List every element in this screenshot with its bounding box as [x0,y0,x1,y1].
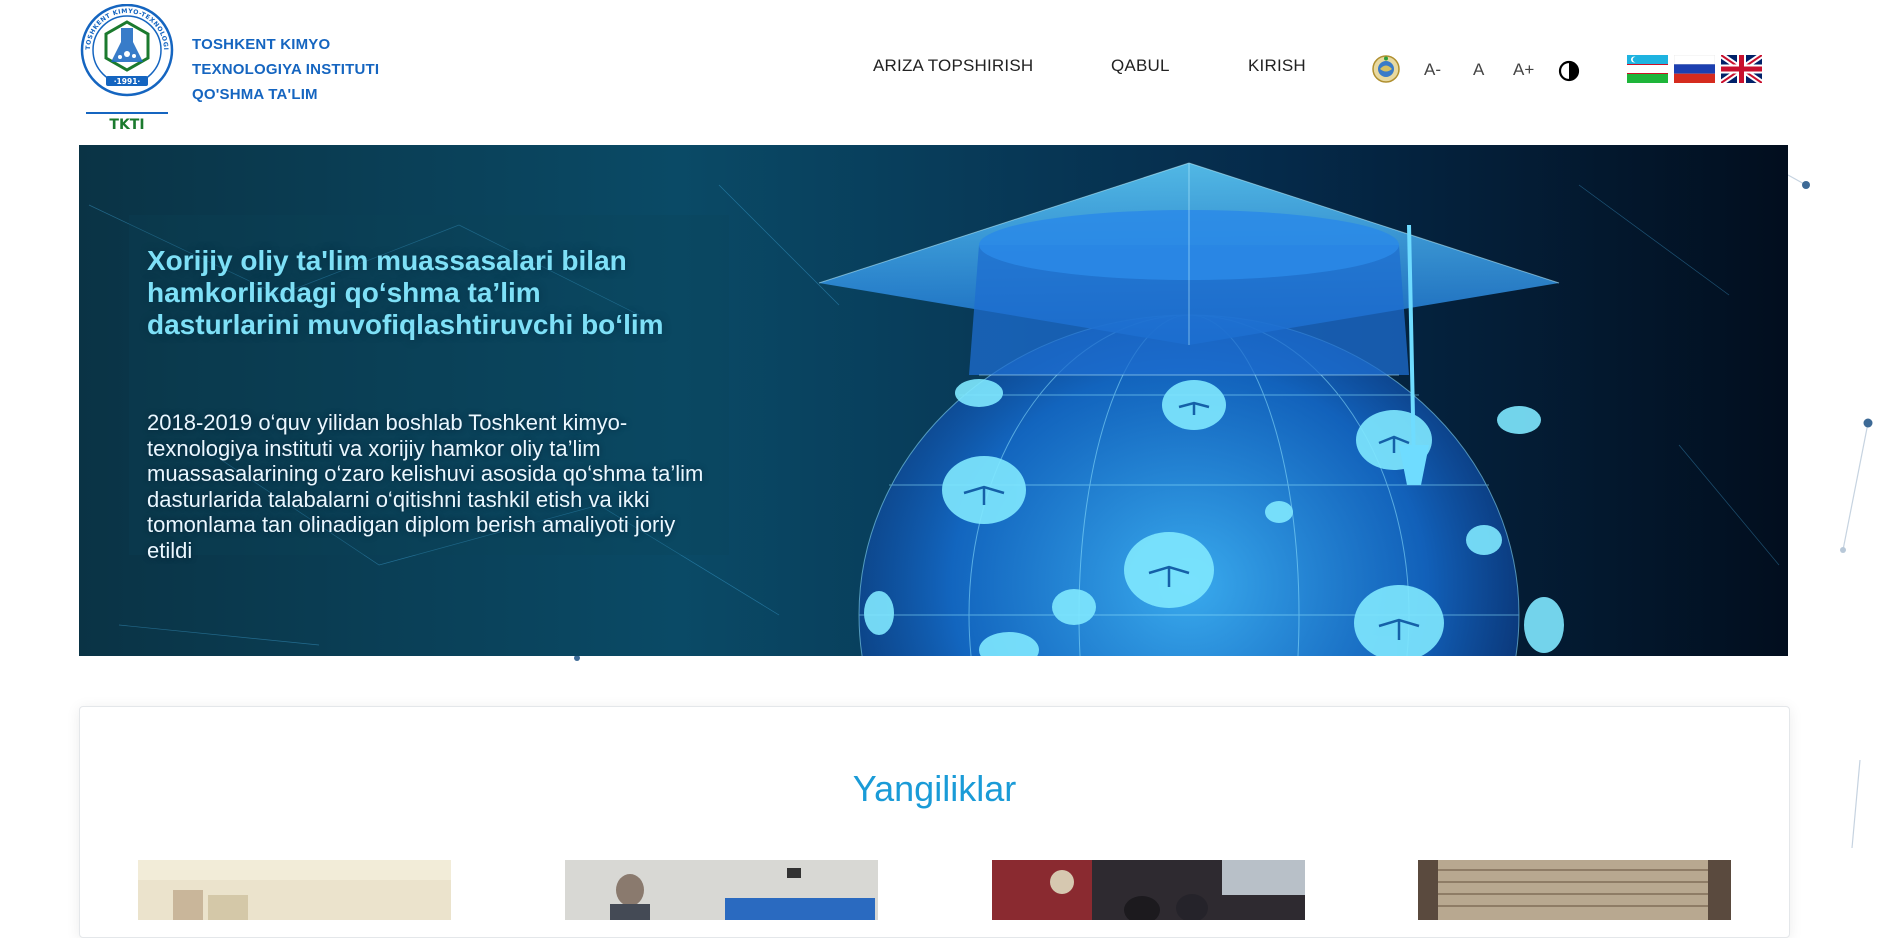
flag-uzbekistan-icon[interactable] [1627,55,1668,83]
news-card-1-image[interactable] [138,860,451,920]
logo-abbr: TKTI [109,117,144,132]
news-card-3-image[interactable] [992,860,1305,920]
banner-title: Xorijiy oliy ta'lim muassasalari bilan h… [147,245,664,340]
news-card-2-image[interactable] [565,860,878,920]
flag-uk-icon[interactable] [1721,55,1762,83]
news-section-title: Yangiliklar [852,768,1017,809]
site-header: TOSHKENT KIMYO-TEXNOLOGIYA INSTITUTI ·19… [0,0,1880,140]
nav-apply-link[interactable]: ARIZA TOPSHIRISH [873,56,1033,76]
font-increase-button[interactable]: A+ [1513,60,1534,80]
banner-description: 2018-2019 o‘quv yilidan boshlab Toshkent… [147,410,704,563]
tkti-logo[interactable]: TOSHKENT KIMYO-TEXNOLOGIYA INSTITUTI ·19… [78,4,176,132]
logo-year: ·1991· [114,77,141,86]
font-normal-button[interactable]: A [1473,60,1484,80]
banner-globe-graduation-cap-image [79,145,1788,656]
institute-name-line-1: TOSHKENT KIMYO [192,36,331,53]
institute-name-line-3: QO'SHMA TA'LIM [192,86,318,103]
flag-russia-icon[interactable] [1674,55,1715,83]
news-section: Yangiliklar [79,706,1790,938]
font-decrease-button[interactable]: A- [1424,60,1441,80]
news-card-4-image[interactable] [1418,860,1731,920]
institute-name-line-2: TEXNOLOGIYA INSTITUTI [192,61,380,78]
contrast-icon[interactable] [1558,60,1580,82]
hero-banner[interactable]: Xorijiy oliy ta'lim muassasalari bilan h… [79,145,1788,656]
uzbekistan-emblem-icon[interactable] [1371,54,1401,84]
nav-admission-link[interactable]: QABUL [1111,56,1170,76]
institute-name[interactable]: TOSHKENT KIMYO TEXNOLOGIYA INSTITUTI QO'… [192,32,379,107]
nav-login-link[interactable]: KIRISH [1248,56,1306,76]
